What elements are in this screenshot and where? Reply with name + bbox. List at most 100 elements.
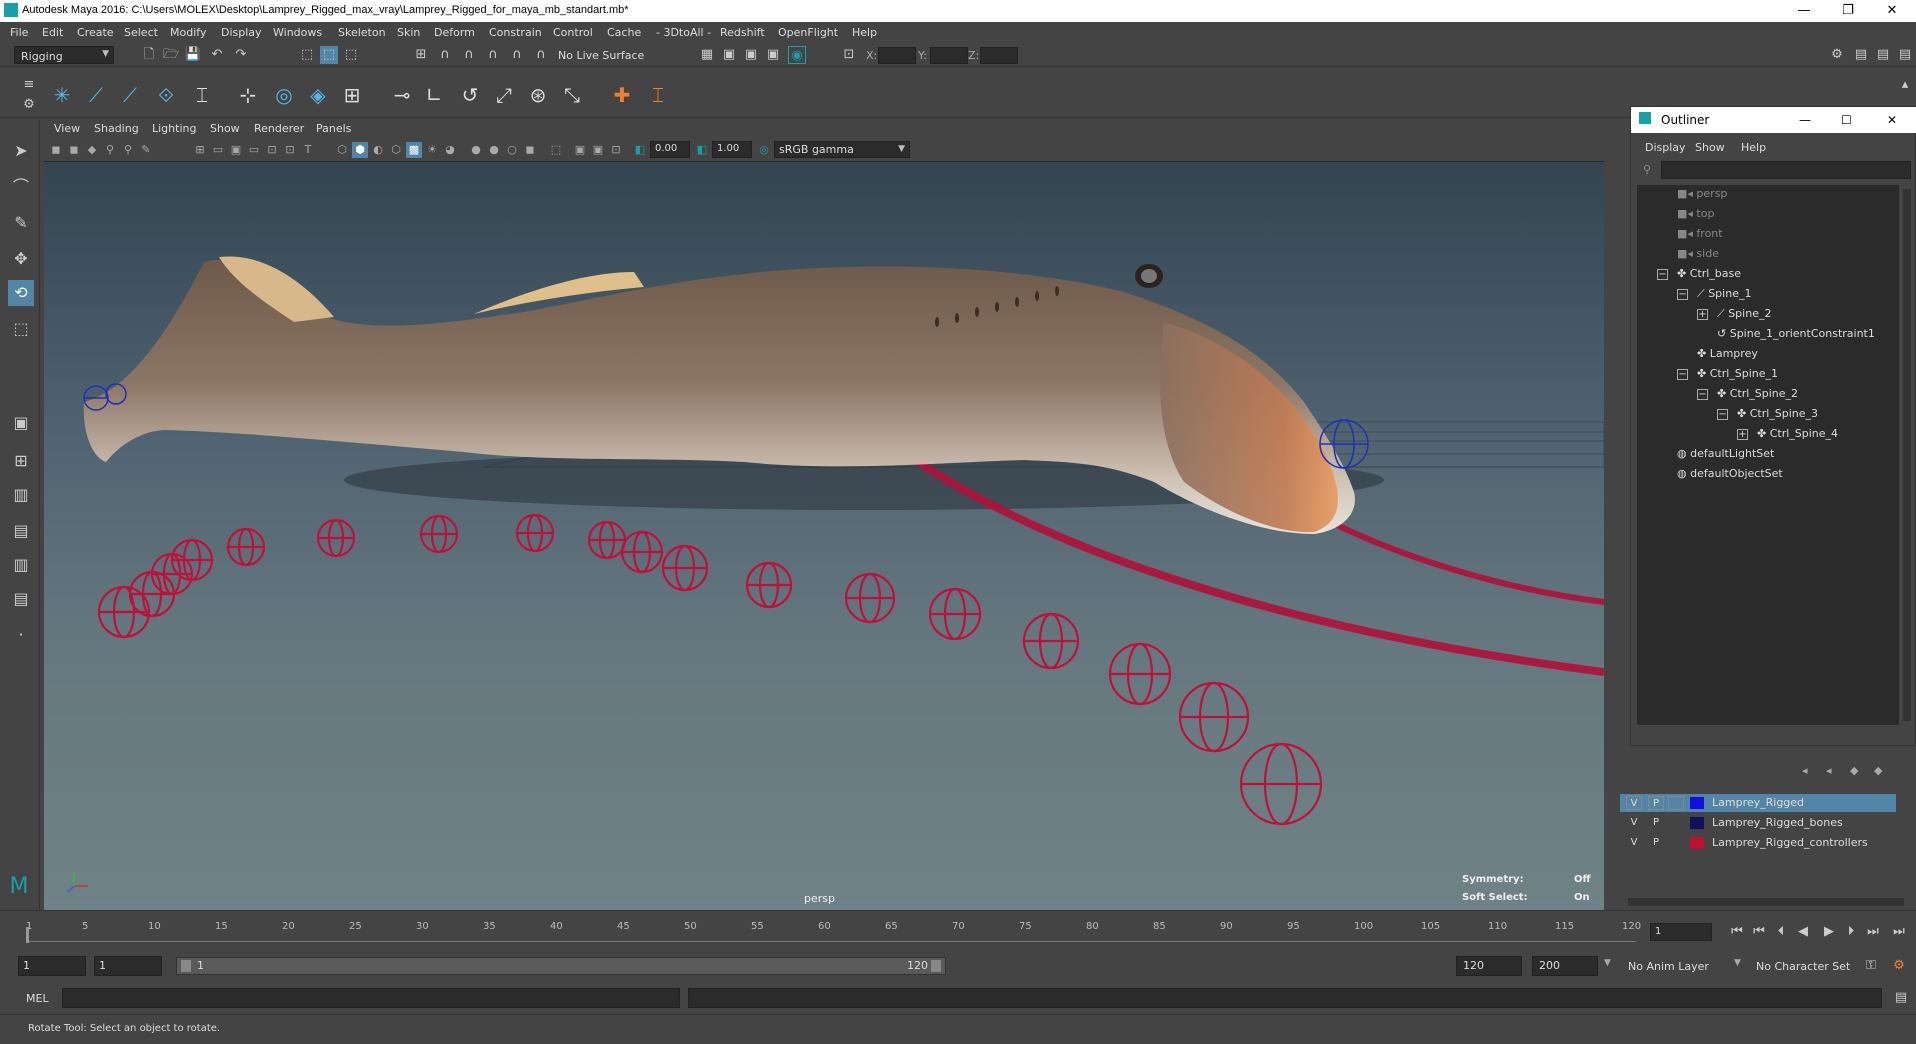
snap-curve-icon[interactable]: ∩ — [436, 46, 454, 64]
menu-windows[interactable]: Windows — [273, 26, 322, 39]
range-start-handle[interactable] — [181, 960, 191, 972]
motion-blur-icon[interactable]: ● — [486, 142, 502, 158]
pole-vector-icon[interactable]: ⤡ — [558, 81, 586, 109]
grease-pencil-icon[interactable]: ✎ — [138, 142, 154, 158]
parent-constraint-icon[interactable]: ⊸ — [388, 81, 416, 109]
gamma-icon[interactable]: ◧ — [694, 142, 710, 158]
script-language-label[interactable]: MEL — [26, 992, 49, 1005]
layer-visibility-toggle[interactable]: V — [1626, 836, 1642, 850]
modeling-toolkit-icon[interactable]: ⚙ — [1828, 46, 1846, 64]
insert-joint-icon[interactable]: ⟐ — [152, 81, 180, 109]
play-backwards-icon[interactable]: ◀ — [1794, 923, 1812, 941]
outliner-menu-display[interactable]: Display — [1645, 141, 1686, 154]
menu-deform[interactable]: Deform — [434, 26, 475, 39]
restore-button[interactable]: ❐ — [1826, 0, 1870, 22]
range-end-handle[interactable] — [931, 960, 941, 972]
move-layer-down-icon[interactable]: ◂ — [1826, 764, 1832, 777]
range-slider-bar[interactable]: 1 120 — [176, 957, 946, 975]
new-layer-icon[interactable]: ◆ — [1850, 764, 1858, 777]
step-forward-key-icon[interactable]: ⏭ — [1864, 923, 1882, 941]
paint-select-icon[interactable]: ✎ — [8, 210, 34, 236]
script-editor-icon[interactable]: ▤ — [1892, 989, 1910, 1007]
bookmark-icon[interactable]: ◆ — [84, 142, 100, 158]
vp-menu-show[interactable]: Show — [210, 122, 240, 135]
menu-constrain[interactable]: Constrain — [489, 26, 542, 39]
exposure-field[interactable]: 0.00 — [650, 141, 690, 158]
current-frame-field[interactable]: 1 — [1650, 923, 1712, 941]
step-back-frame-icon[interactable]: ⏴ — [1772, 923, 1790, 941]
anim-layer-dropdown[interactable]: No Anim Layer — [1628, 960, 1709, 973]
shadows-icon[interactable]: ◕ — [442, 142, 458, 158]
outliner-item-orient-constraint[interactable]: ↺ Spine_1_orientConstraint1 — [1717, 325, 1875, 343]
collapse-icon[interactable]: − — [1657, 269, 1668, 280]
layer-display-type-toggle[interactable] — [1668, 796, 1684, 810]
smooth-shade-icon[interactable]: ⬢ — [352, 142, 368, 158]
close-button[interactable]: ✕ — [1870, 0, 1914, 22]
outliner-maximize-button[interactable]: ☐ — [1841, 113, 1852, 127]
resolution-gate-icon[interactable]: ▣ — [228, 142, 244, 158]
ik-spline-icon[interactable]: ⟋ — [116, 81, 144, 109]
select-hierarchy-icon[interactable]: ⬚ — [298, 46, 316, 64]
layer-color-swatch[interactable] — [1690, 797, 1704, 809]
expand-icon[interactable]: + — [1737, 429, 1748, 440]
menu-help[interactable]: Help — [852, 26, 877, 39]
shelf-scroll-up-icon[interactable]: ▴ — [1896, 76, 1914, 94]
multisample-aa-icon[interactable]: ○ — [504, 142, 520, 158]
outliner-item-front[interactable]: ■◂ front — [1677, 225, 1723, 243]
depth-of-field-icon[interactable]: ◼ — [522, 142, 538, 158]
menu-skin[interactable]: Skin — [397, 26, 420, 39]
channel-box-icon[interactable]: ▤ — [1896, 46, 1914, 64]
step-forward-frame-icon[interactable]: ⏵ — [1842, 923, 1860, 941]
vp-menu-view[interactable]: View — [54, 122, 80, 135]
single-view-icon[interactable]: ▣ — [8, 410, 34, 436]
point-constraint-icon[interactable]: ∟ — [420, 81, 448, 109]
playback-start-field[interactable]: 1 — [94, 956, 162, 976]
time-slider[interactable]: 1 5 10 15 20 25 30 35 40 45 50 55 60 65 … — [0, 910, 1916, 950]
image-plane-icon[interactable]: ⚲ — [102, 142, 118, 158]
scale-constraint-icon[interactable]: ⤢ — [490, 81, 518, 109]
step-back-key-icon[interactable]: ⏮ — [1750, 923, 1768, 941]
render-settings-icon[interactable]: ▦ — [698, 46, 716, 64]
xray-joints-icon[interactable]: ⊡ — [608, 142, 624, 158]
minimize-button[interactable]: — — [1782, 0, 1826, 22]
outliner-minimize-button[interactable]: — — [1799, 113, 1811, 127]
input-line-icon[interactable]: ⊡ — [840, 46, 858, 64]
current-time-marker[interactable] — [26, 927, 29, 943]
wireframe-on-shaded-icon[interactable]: ⬡ — [388, 142, 404, 158]
persp-outliner-icon[interactable]: ▥ — [8, 482, 34, 508]
isolate-select-icon[interactable]: ⬚ — [548, 142, 564, 158]
layer-color-swatch[interactable] — [1690, 817, 1704, 829]
scene-canvas[interactable] — [44, 162, 1604, 910]
layer-color-swatch[interactable] — [1690, 837, 1704, 849]
vp-menu-lighting[interactable]: Lighting — [152, 122, 196, 135]
layer-playback-toggle[interactable]: P — [1648, 816, 1664, 830]
exposure-icon[interactable]: ◧ — [632, 142, 648, 158]
select-tool-icon[interactable]: ➤ — [8, 138, 34, 164]
grid-toggle-icon[interactable]: ⊞ — [192, 142, 208, 158]
vp-menu-renderer[interactable]: Renderer — [254, 122, 304, 135]
collapse-icon[interactable]: − — [1717, 409, 1728, 420]
filter-icon[interactable]: ⚲ — [1643, 163, 1651, 176]
orient-constraint-icon[interactable]: ↺ — [456, 81, 484, 109]
live-surface-field[interactable]: No Live Surface — [552, 46, 652, 64]
snap-point-icon[interactable]: ∩ — [460, 46, 478, 64]
2d-pan-zoom-icon[interactable]: ⚲ — [120, 142, 136, 158]
outliner-item-ctrl-spine-1[interactable]: ✤ Ctrl_Spine_1 — [1697, 365, 1778, 383]
outliner-item-spine-2[interactable]: ⟋ Spine_2 — [1717, 305, 1771, 323]
render-current-icon[interactable]: ▣ — [720, 46, 738, 64]
x-field[interactable] — [878, 47, 916, 64]
outliner-item-lamprey[interactable]: ✤ Lamprey — [1697, 345, 1758, 363]
menu-3dtoall[interactable]: - 3DtoAll - — [656, 26, 711, 39]
textured-icon[interactable]: ▩ — [406, 142, 422, 158]
collapse-icon[interactable]: − — [1677, 369, 1688, 380]
rotate-tool-icon[interactable]: ⟲ — [8, 280, 34, 306]
safe-title-icon[interactable]: T — [300, 142, 316, 158]
auto-key-icon[interactable]: ⚿ — [1862, 957, 1880, 975]
menu-select[interactable]: Select — [124, 26, 158, 39]
ik-handle-icon[interactable]: ⟋ — [82, 81, 110, 109]
paint-weights-icon[interactable]: ⌶ — [644, 81, 672, 109]
layer-row[interactable]: V P Lamprey_Rigged — [1620, 794, 1896, 812]
layer-scrollbar[interactable] — [1628, 898, 1904, 906]
expand-icon[interactable]: + — [1697, 309, 1708, 320]
preferences-icon[interactable]: ⚙ — [1890, 957, 1908, 975]
